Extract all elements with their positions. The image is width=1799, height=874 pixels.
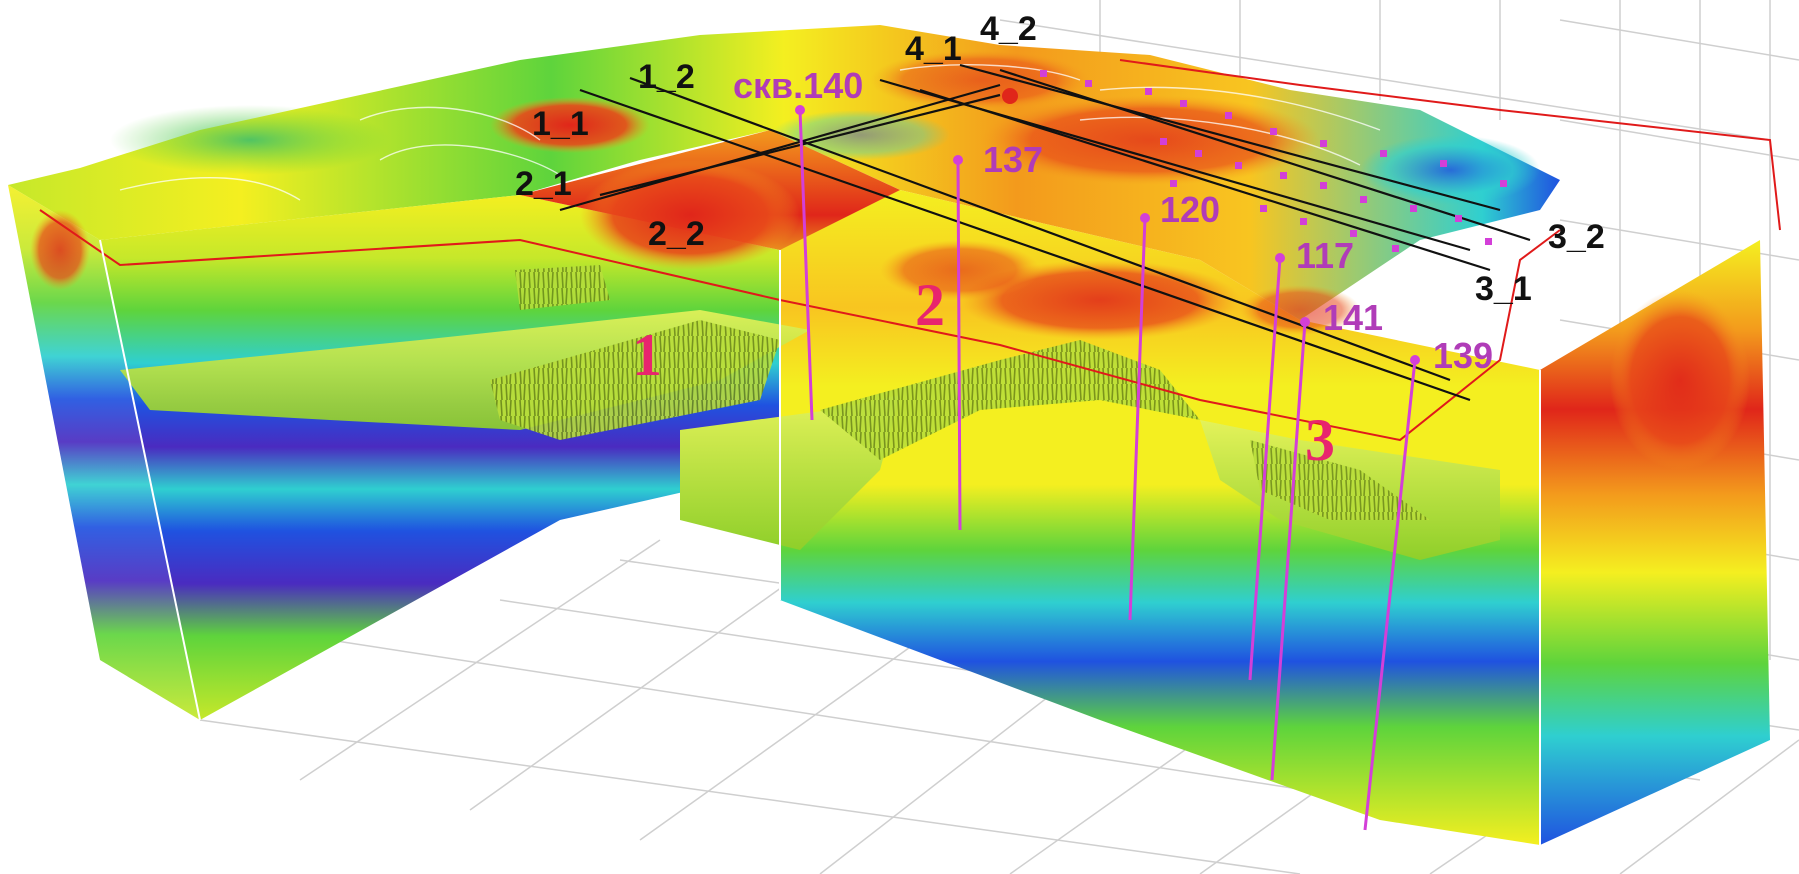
profile-label-4-1: 4_1 [905, 30, 962, 68]
zone-label-1: 1 [632, 322, 662, 388]
well-label-139: 139 [1433, 335, 1493, 376]
well-label-120: 120 [1160, 189, 1220, 230]
well-label-117: 117 [1296, 235, 1354, 276]
well-137-line [956, 159, 962, 531]
profile-label-4-2: 4_2 [980, 10, 1037, 48]
well-label-140: скв.140 [733, 65, 863, 106]
zone-label-2: 2 [915, 272, 945, 338]
geological-3d-model: 1_1 1_2 2_1 2_2 4_1 4_2 3_1 3_2 скв.140 … [8, 0, 1799, 874]
profile-label-1-1: 1_1 [532, 105, 589, 143]
profile-label-2-1: 2_1 [515, 165, 572, 203]
profile-label-1-2: 1_2 [638, 58, 695, 96]
zone-label-3: 3 [1305, 407, 1335, 473]
well-label-137: 137 [983, 139, 1043, 180]
well-label-141: 141 [1323, 297, 1383, 338]
model-side-face [1540, 240, 1770, 845]
profile-label-3-1: 3_1 [1475, 270, 1532, 308]
profile-label-3-2: 3_2 [1548, 218, 1605, 256]
profile-label-2-2: 2_2 [648, 215, 705, 253]
